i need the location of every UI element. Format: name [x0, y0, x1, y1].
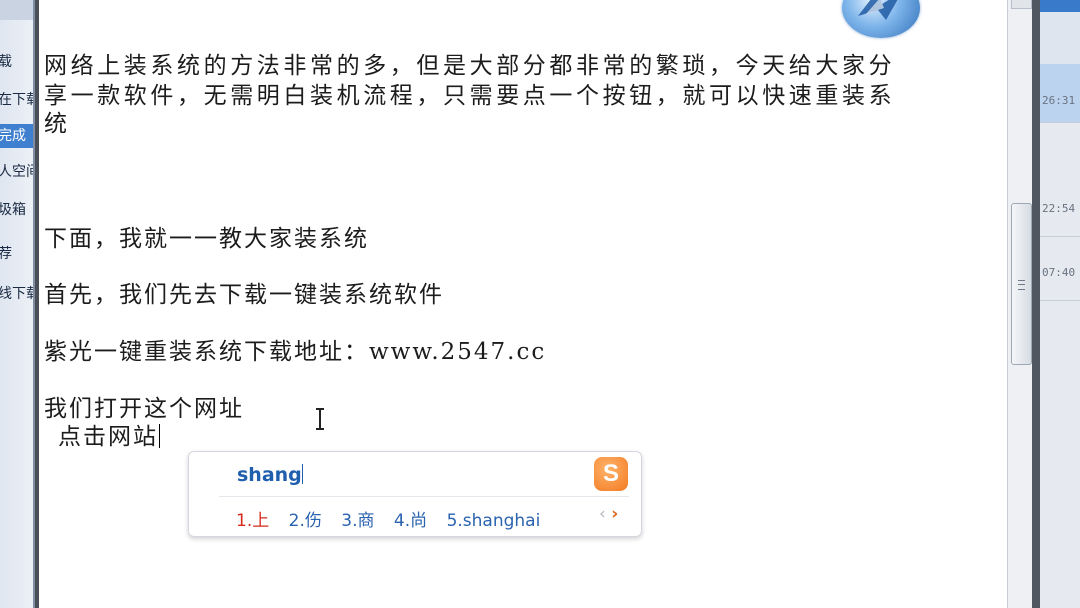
scroll-grip-icon	[1018, 280, 1025, 290]
left-sidebar: 载 在下载 完成 人空间 圾箱 荐 线下载	[0, 0, 37, 608]
list-item[interactable]: 07:40	[1040, 242, 1080, 301]
chevron-left-icon[interactable]: ‹	[599, 504, 606, 524]
sidebar-top-strip	[0, 0, 36, 20]
sidebar-item-completed[interactable]: 完成	[0, 124, 36, 148]
sidebar-item-downloading[interactable]: 在下载	[0, 88, 36, 112]
scroll-up-button[interactable]	[1011, 0, 1032, 9]
ime-candidate[interactable]: 5.shanghai	[447, 511, 541, 531]
sidebar-item-offline-download[interactable]: 线下载	[0, 282, 36, 306]
paragraph-line: 享一款软件，无需明白装机流程，只需要点一个按钮，就可以快速重装系	[44, 83, 896, 109]
ime-candidate[interactable]: 2.伤	[289, 511, 322, 531]
sidebar-item-personal-space[interactable]: 人空间	[0, 160, 36, 184]
text-caret	[159, 424, 160, 448]
ime-divider	[219, 496, 629, 497]
app-logo-icon	[842, 0, 920, 38]
paragraph-line: 统	[44, 111, 69, 137]
ime-candidate[interactable]: 4.尚	[394, 511, 427, 531]
paragraph-line: 网络上装系统的方法非常的多，但是大部分都非常的繁琐，今天给大家分	[44, 53, 896, 79]
right-titlebar	[1040, 0, 1080, 12]
sogou-logo-icon[interactable]: S	[594, 457, 628, 491]
ime-candidate[interactable]: 1.上	[236, 511, 269, 531]
sidebar-item-recommend[interactable]: 荐	[0, 242, 36, 266]
download-address-line: 紫光一键重装系统下载地址：www.2547.cc	[44, 339, 547, 365]
text-line: 首先，我们先去下载一键装系统软件	[44, 282, 444, 308]
ime-candidate-list: 1.上 2.伤 3.商 4.尚 5.shanghai	[236, 506, 554, 531]
ibeam-cursor-icon	[315, 408, 325, 430]
ime-composition: shang	[237, 464, 303, 486]
list-item[interactable]: 22:54	[1040, 178, 1080, 237]
window-frame	[1032, 0, 1040, 608]
ime-candidate-popup: shang S 1.上 2.伤 3.商 4.尚 5.shanghai ‹ ›	[188, 451, 642, 537]
text-line: 下面，我就一一教大家装系统	[44, 226, 369, 252]
right-header	[1040, 12, 1080, 64]
text-line-current: 点击网站	[58, 417, 160, 451]
item-time: 07:40	[1042, 266, 1076, 279]
scroll-thumb[interactable]	[1011, 203, 1032, 365]
chevron-right-icon[interactable]: ›	[611, 504, 618, 524]
item-time: 22:54	[1042, 202, 1076, 215]
right-panel: 26:31 22:54 07:40	[1040, 0, 1080, 608]
ime-page-nav: ‹ ›	[599, 504, 618, 524]
sidebar-item-download[interactable]: 载	[0, 50, 36, 74]
ime-candidate[interactable]: 3.商	[341, 511, 374, 531]
item-time: 26:31	[1042, 94, 1076, 107]
ime-input-text: shang	[237, 464, 302, 486]
vertical-scrollbar[interactable]	[1007, 0, 1033, 608]
current-line-text: 点击网站	[58, 424, 158, 450]
list-item[interactable]: 26:31	[1040, 64, 1080, 123]
sidebar-item-trash[interactable]: 圾箱	[0, 198, 36, 222]
ime-caret	[301, 464, 303, 484]
